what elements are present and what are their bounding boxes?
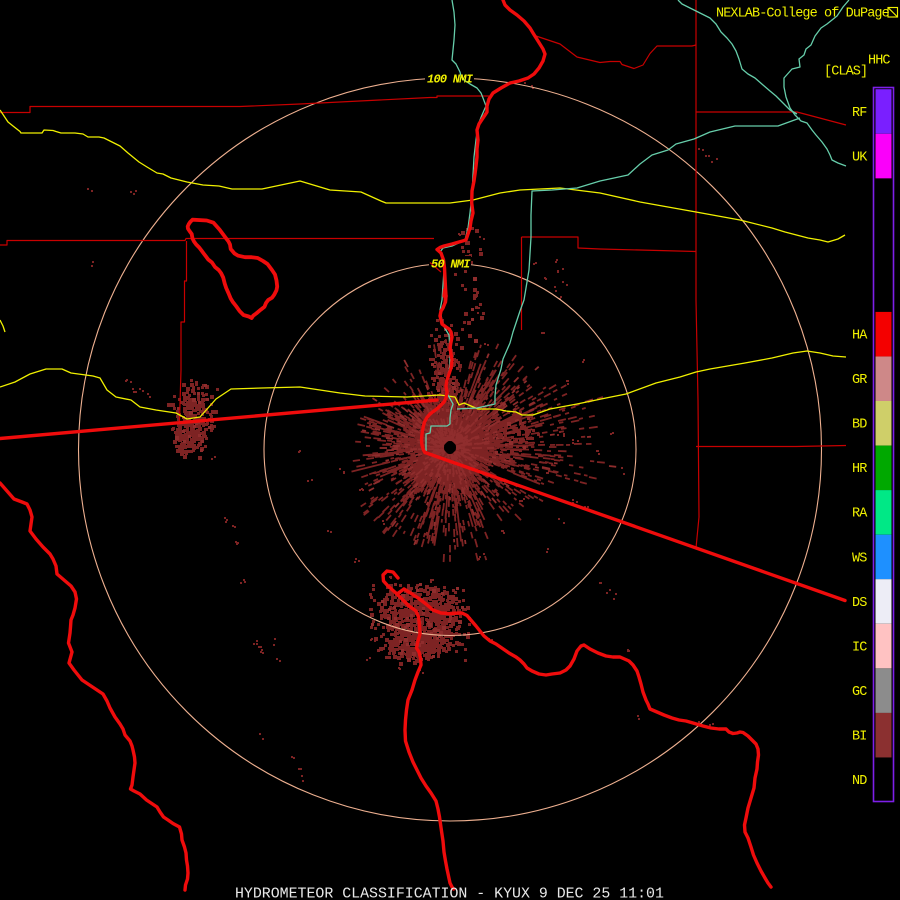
svg-text:HR: HR: [852, 462, 867, 477]
svg-text:HYDROMETEOR CLASSIFICATION - K: HYDROMETEOR CLASSIFICATION - KYUX 9 DEC …: [235, 887, 664, 900]
svg-text:UK: UK: [852, 150, 868, 165]
svg-text:RA: RA: [852, 507, 868, 522]
svg-text:RF: RF: [852, 106, 867, 121]
svg-text:GR: GR: [852, 373, 867, 388]
svg-text:100 NMI: 100 NMI: [427, 73, 474, 87]
svg-text:HA: HA: [852, 329, 868, 344]
svg-text:HHC: HHC: [868, 54, 890, 69]
svg-text:DS: DS: [852, 596, 867, 611]
svg-text:GC: GC: [852, 685, 867, 700]
svg-text:NEXLAB-College of DuPage: NEXLAB-College of DuPage: [716, 7, 890, 22]
svg-text:BI: BI: [852, 730, 866, 745]
svg-text:BD: BD: [852, 418, 867, 433]
svg-text:ND: ND: [852, 774, 867, 789]
svg-text:[CLAS]: [CLAS]: [824, 65, 867, 80]
svg-text:IC: IC: [852, 640, 867, 655]
svg-text:50 NMI: 50 NMI: [431, 258, 471, 272]
svg-text:WS: WS: [852, 551, 867, 566]
